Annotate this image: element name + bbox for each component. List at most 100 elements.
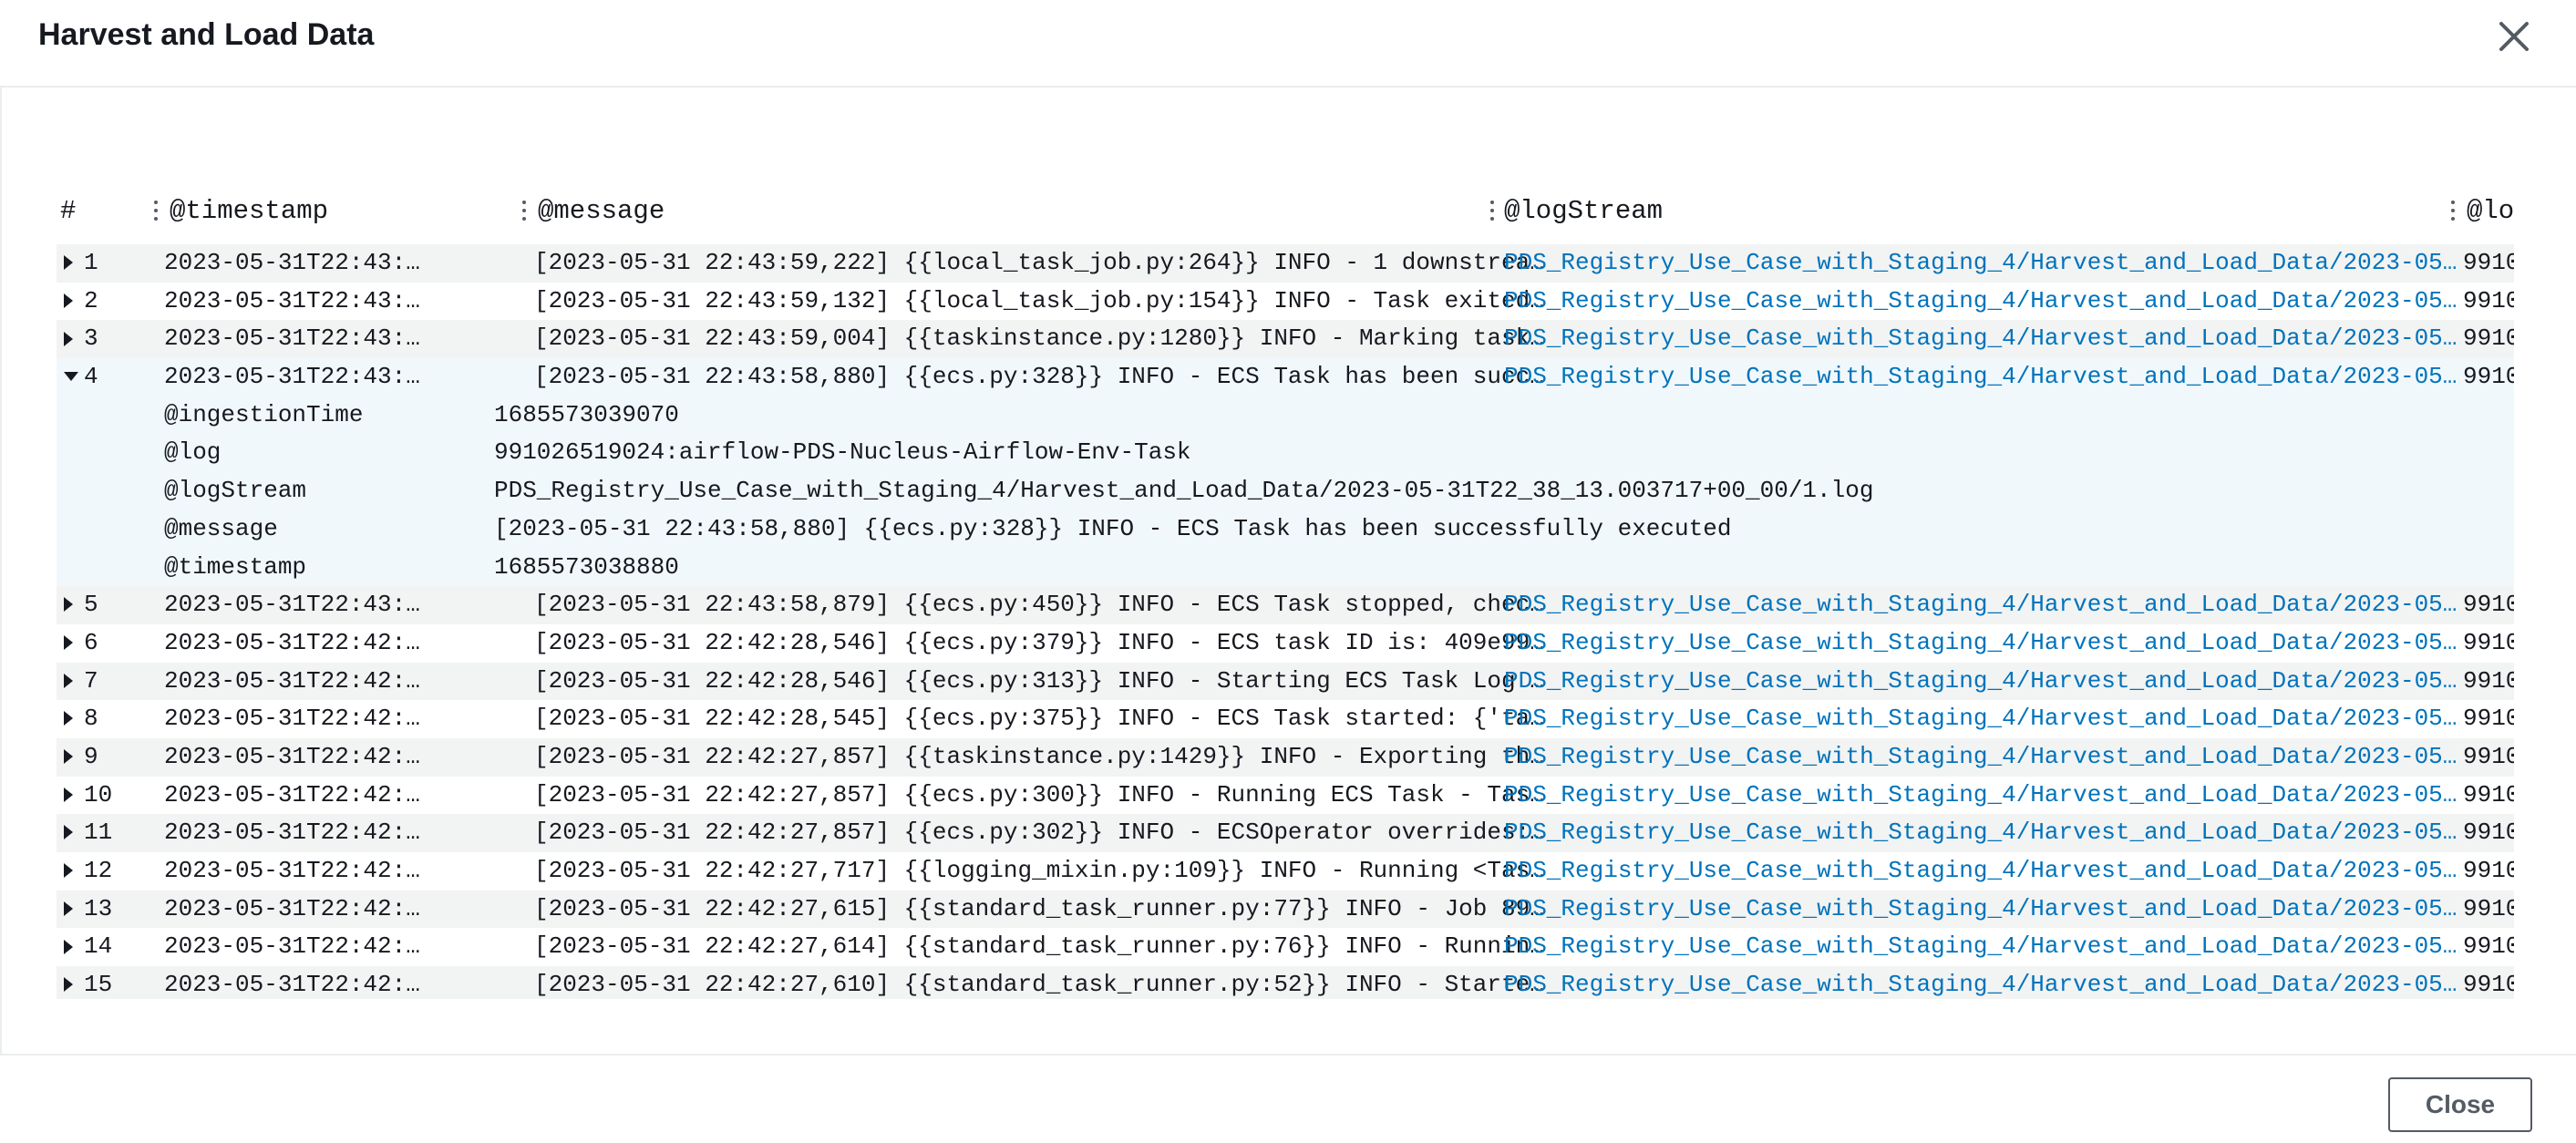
- row-number: 9: [84, 742, 98, 770]
- log-results-table: # @timestamp @message @logStream @lo 1 20…: [57, 188, 2514, 999]
- row-number: 4: [84, 363, 98, 391]
- field-value: 1685573038880: [494, 552, 679, 581]
- field-value: PDS_Registry_Use_Case_with_Staging_4/Har…: [494, 477, 1874, 505]
- close-button[interactable]: Close: [2388, 1077, 2532, 1132]
- expanded-field-row: @message [2023-05-31 22:43:58,880] {{ecs.…: [57, 510, 2514, 549]
- caret-right-icon[interactable]: [64, 586, 80, 624]
- modal-title: Harvest and Load Data: [38, 17, 375, 52]
- caret-right-icon[interactable]: [64, 852, 80, 891]
- log-cell: 9910: [2463, 857, 2514, 884]
- row-number: 13: [84, 894, 113, 922]
- caret-right-icon[interactable]: [64, 814, 80, 852]
- log-cell: 9910: [2463, 894, 2514, 922]
- message-cell: [2023-05-31 22:43:58,879] {{ecs.py:450}}…: [534, 591, 1555, 619]
- log-cell: 9910: [2463, 324, 2514, 353]
- timestamp-cell: 2023-05-31T22:43:58.880Z: [164, 363, 428, 391]
- column-header-message[interactable]: @message: [538, 193, 665, 230]
- caret-right-icon[interactable]: [64, 891, 80, 929]
- table-header: # @timestamp @message @logStream @lo: [57, 188, 2514, 235]
- logstream-link[interactable]: PDS_Registry_Use_Case_with_Staging_4/Har…: [1504, 928, 2461, 966]
- table-row[interactable]: 15 2023-05-31T22:42:27.610Z [2023-05-31 22…: [57, 966, 2514, 999]
- caret-down-icon[interactable]: [64, 358, 80, 396]
- table-row[interactable]: 2 2023-05-31T22:43:59.132Z [2023-05-31 22:…: [57, 282, 2514, 321]
- table-row[interactable]: 13 2023-05-31T22:42:27.615Z [2023-05-31 22…: [57, 890, 2514, 929]
- logstream-link[interactable]: PDS_Registry_Use_Case_with_Staging_4/Har…: [1504, 663, 2461, 701]
- log-cell: 9910: [2463, 742, 2514, 770]
- caret-right-icon[interactable]: [64, 738, 80, 777]
- row-number: 10: [84, 780, 113, 808]
- table-row[interactable]: 12 2023-05-31T22:42:27.717Z [2023-05-31 22…: [57, 852, 2514, 891]
- log-cell: 9910: [2463, 971, 2514, 999]
- caret-right-icon[interactable]: [64, 700, 80, 738]
- table-row[interactable]: 11 2023-05-31T22:42:27.857Z [2023-05-31 22…: [57, 814, 2514, 852]
- message-cell: [2023-05-31 22:43:59,132] {{local_task_j…: [534, 286, 1555, 314]
- timestamp-cell: 2023-05-31T22:43:58.879Z: [164, 591, 428, 619]
- logstream-link[interactable]: PDS_Registry_Use_Case_with_Staging_4/Har…: [1504, 814, 2461, 852]
- field-name: @logStream: [164, 477, 307, 505]
- logstream-link[interactable]: PDS_Registry_Use_Case_with_Staging_4/Har…: [1504, 777, 2461, 815]
- column-resize-handle-icon[interactable]: [151, 201, 159, 222]
- message-cell: [2023-05-31 22:42:27,857] {{ecs.py:300}}…: [534, 780, 1555, 808]
- table-row[interactable]: 10 2023-05-31T22:42:27.857Z [2023-05-31 22…: [57, 776, 2514, 815]
- timestamp-cell: 2023-05-31T22:43:59.222Z: [164, 249, 428, 276]
- caret-right-icon[interactable]: [64, 283, 80, 321]
- logstream-link[interactable]: PDS_Registry_Use_Case_with_Staging_4/Har…: [1504, 738, 2461, 777]
- logstream-link[interactable]: PDS_Registry_Use_Case_with_Staging_4/Har…: [1504, 852, 2461, 891]
- close-icon[interactable]: [2494, 16, 2534, 57]
- table-row[interactable]: 3 2023-05-31T22:43:59.004Z [2023-05-31 22:…: [57, 320, 2514, 359]
- logstream-link[interactable]: PDS_Registry_Use_Case_with_Staging_4/Har…: [1504, 966, 2461, 999]
- column-resize-handle-icon[interactable]: [520, 201, 527, 222]
- timestamp-cell: 2023-05-31T22:42:27.610Z: [164, 971, 428, 999]
- table-row[interactable]: 5 2023-05-31T22:43:58.879Z [2023-05-31 22:…: [57, 586, 2514, 624]
- log-cell: 9910: [2463, 628, 2514, 656]
- column-header-timestamp[interactable]: @timestamp: [170, 193, 328, 230]
- logstream-link[interactable]: PDS_Registry_Use_Case_with_Staging_4/Har…: [1504, 586, 2461, 624]
- table-row[interactable]: 6 2023-05-31T22:42:28.546Z [2023-05-31 22:…: [57, 623, 2514, 663]
- table-row[interactable]: 8 2023-05-31T22:42:28.545Z [2023-05-31 22:…: [57, 700, 2514, 738]
- log-cell: 9910: [2463, 286, 2514, 314]
- logstream-link[interactable]: PDS_Registry_Use_Case_with_Staging_4/Har…: [1504, 358, 2461, 396]
- row-number: 12: [84, 857, 113, 884]
- timestamp-cell: 2023-05-31T22:42:28.546Z: [164, 628, 428, 656]
- row-number: 14: [84, 932, 113, 961]
- row-number: 1: [84, 249, 98, 276]
- logstream-link[interactable]: PDS_Registry_Use_Case_with_Staging_4/Har…: [1504, 891, 2461, 929]
- logstream-link[interactable]: PDS_Registry_Use_Case_with_Staging_4/Har…: [1504, 283, 2461, 321]
- timestamp-cell: 2023-05-31T22:43:59.004Z: [164, 324, 428, 353]
- caret-right-icon[interactable]: [64, 966, 80, 999]
- timestamp-cell: 2023-05-31T22:42:28.545Z: [164, 705, 428, 733]
- caret-right-icon[interactable]: [64, 663, 80, 701]
- field-name: @log: [164, 438, 222, 467]
- row-number: 15: [84, 971, 113, 999]
- message-cell: [2023-05-31 22:42:28,546] {{ecs.py:313}}…: [534, 666, 1555, 695]
- timestamp-cell: 2023-05-31T22:42:28.546Z: [164, 666, 428, 695]
- caret-right-icon[interactable]: [64, 624, 80, 663]
- column-resize-handle-icon[interactable]: [2448, 201, 2456, 222]
- caret-right-icon[interactable]: [64, 928, 80, 966]
- row-number: 6: [84, 628, 98, 656]
- table-row[interactable]: 7 2023-05-31T22:42:28.546Z [2023-05-31 22:…: [57, 662, 2514, 701]
- table-row[interactable]: 4 2023-05-31T22:43:58.880Z [2023-05-31 22:…: [57, 358, 2514, 396]
- timestamp-cell: 2023-05-31T22:43:59.132Z: [164, 286, 428, 314]
- logstream-link[interactable]: PDS_Registry_Use_Case_with_Staging_4/Har…: [1504, 700, 2461, 738]
- caret-right-icon[interactable]: [64, 777, 80, 815]
- column-resize-handle-icon[interactable]: [1488, 201, 1495, 222]
- message-cell: [2023-05-31 22:42:27,614] {{standard_tas…: [534, 932, 1555, 961]
- log-cell: 9910: [2463, 363, 2514, 391]
- caret-right-icon[interactable]: [64, 244, 80, 283]
- logstream-link[interactable]: PDS_Registry_Use_Case_with_Staging_4/Har…: [1504, 244, 2461, 283]
- message-cell: [2023-05-31 22:42:27,615] {{standard_tas…: [534, 894, 1555, 922]
- table-row[interactable]: 9 2023-05-31T22:42:27.857Z [2023-05-31 22:…: [57, 737, 2514, 777]
- table-row[interactable]: 1 2023-05-31T22:43:59.222Z [2023-05-31 22:…: [57, 244, 2514, 283]
- timestamp-cell: 2023-05-31T22:42:27.614Z: [164, 932, 428, 961]
- message-cell: [2023-05-31 22:43:59,222] {{local_task_j…: [534, 249, 1555, 276]
- log-cell: 9910: [2463, 780, 2514, 808]
- caret-right-icon[interactable]: [64, 320, 80, 358]
- column-header-logstream[interactable]: @logStream: [1504, 193, 1663, 230]
- logstream-link[interactable]: PDS_Registry_Use_Case_with_Staging_4/Har…: [1504, 320, 2461, 358]
- table-row[interactable]: 14 2023-05-31T22:42:27.614Z [2023-05-31 22…: [57, 928, 2514, 967]
- column-header-number[interactable]: #: [60, 193, 76, 230]
- logstream-link[interactable]: PDS_Registry_Use_Case_with_Staging_4/Har…: [1504, 624, 2461, 663]
- column-header-log[interactable]: @lo: [2467, 193, 2514, 230]
- message-cell: [2023-05-31 22:42:28,546] {{ecs.py:379}}…: [534, 628, 1555, 656]
